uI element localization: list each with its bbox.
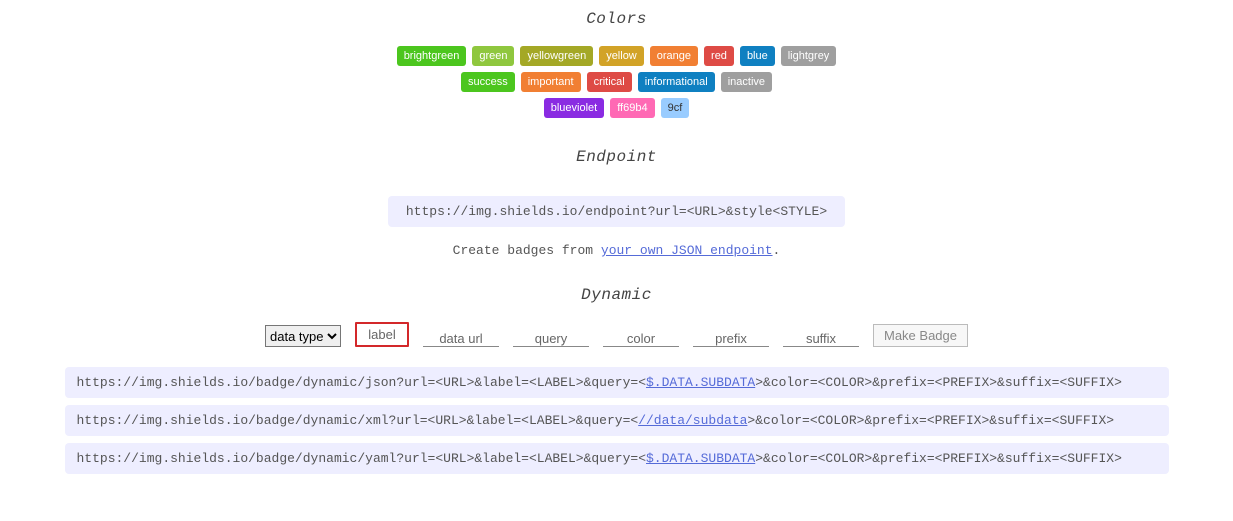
endpoint-description: Create badges from your own JSON endpoin… <box>0 243 1233 258</box>
dataurl-input[interactable] <box>423 330 499 347</box>
color-badge-success: success <box>461 72 515 92</box>
section-title-dynamic: Dynamic <box>0 286 1233 304</box>
endpoint-url: https://img.shields.io/endpoint?url=<URL… <box>388 196 845 227</box>
color-badge-green: green <box>472 46 514 66</box>
url-pre: https://img.shields.io/badge/dynamic/jso… <box>77 375 647 390</box>
color-badge-orange: orange <box>650 46 698 66</box>
color-badge-ff69b4: ff69b4 <box>610 98 654 118</box>
color-badge-blue: blue <box>740 46 775 66</box>
color-badge-yellowgreen: yellowgreen <box>520 46 593 66</box>
endpoint-desc-post: . <box>773 243 781 258</box>
datatype-select[interactable]: data type <box>265 325 341 347</box>
url-post: >&color=<COLOR>&prefix=<PREFIX>&suffix=<… <box>755 451 1122 466</box>
suffix-input[interactable] <box>783 330 859 347</box>
color-badge-critical: critical <box>587 72 632 92</box>
dynamic-url-0: https://img.shields.io/badge/dynamic/jso… <box>65 367 1169 398</box>
color-input[interactable] <box>603 330 679 347</box>
endpoint-desc-link[interactable]: your own JSON endpoint <box>601 243 773 258</box>
make-badge-button[interactable]: Make Badge <box>873 324 968 347</box>
url-query-link[interactable]: $.DATA.SUBDATA <box>646 451 755 466</box>
colors-badges: brightgreengreen yellowgreen yellow oranger… <box>0 46 1233 118</box>
color-badge-brightgreen: brightgreen <box>397 46 467 66</box>
url-pre: https://img.shields.io/badge/dynamic/yam… <box>77 451 647 466</box>
color-badge-yellow: yellow <box>599 46 644 66</box>
dynamic-urls: https://img.shields.io/badge/dynamic/jso… <box>0 367 1233 474</box>
endpoint-desc-pre: Create badges from <box>453 243 601 258</box>
color-badge-blueviolet: blueviolet <box>544 98 604 118</box>
section-title-colors: Colors <box>0 10 1233 28</box>
dynamic-url-1: https://img.shields.io/badge/dynamic/xml… <box>65 405 1169 436</box>
query-input[interactable] <box>513 330 589 347</box>
color-badge-inactive: inactive <box>721 72 772 92</box>
color-badge-important: important <box>521 72 581 92</box>
url-pre: https://img.shields.io/badge/dynamic/xml… <box>77 413 639 428</box>
url-post: >&color=<COLOR>&prefix=<PREFIX>&suffix=<… <box>755 375 1122 390</box>
color-badge-red: red <box>704 46 734 66</box>
label-input[interactable] <box>355 322 409 347</box>
dynamic-url-2: https://img.shields.io/badge/dynamic/yam… <box>65 443 1169 474</box>
url-query-link[interactable]: $.DATA.SUBDATA <box>646 375 755 390</box>
color-badge-lightgrey: lightgrey <box>781 46 837 66</box>
url-post: >&color=<COLOR>&prefix=<PREFIX>&suffix=<… <box>747 413 1114 428</box>
color-badge-9cf: 9cf <box>661 98 690 118</box>
color-badge-informational: informational <box>638 72 715 92</box>
prefix-input[interactable] <box>693 330 769 347</box>
url-query-link[interactable]: //data/subdata <box>638 413 747 428</box>
section-title-endpoint: Endpoint <box>0 148 1233 166</box>
dynamic-form: data type Make Badge <box>0 322 1233 347</box>
